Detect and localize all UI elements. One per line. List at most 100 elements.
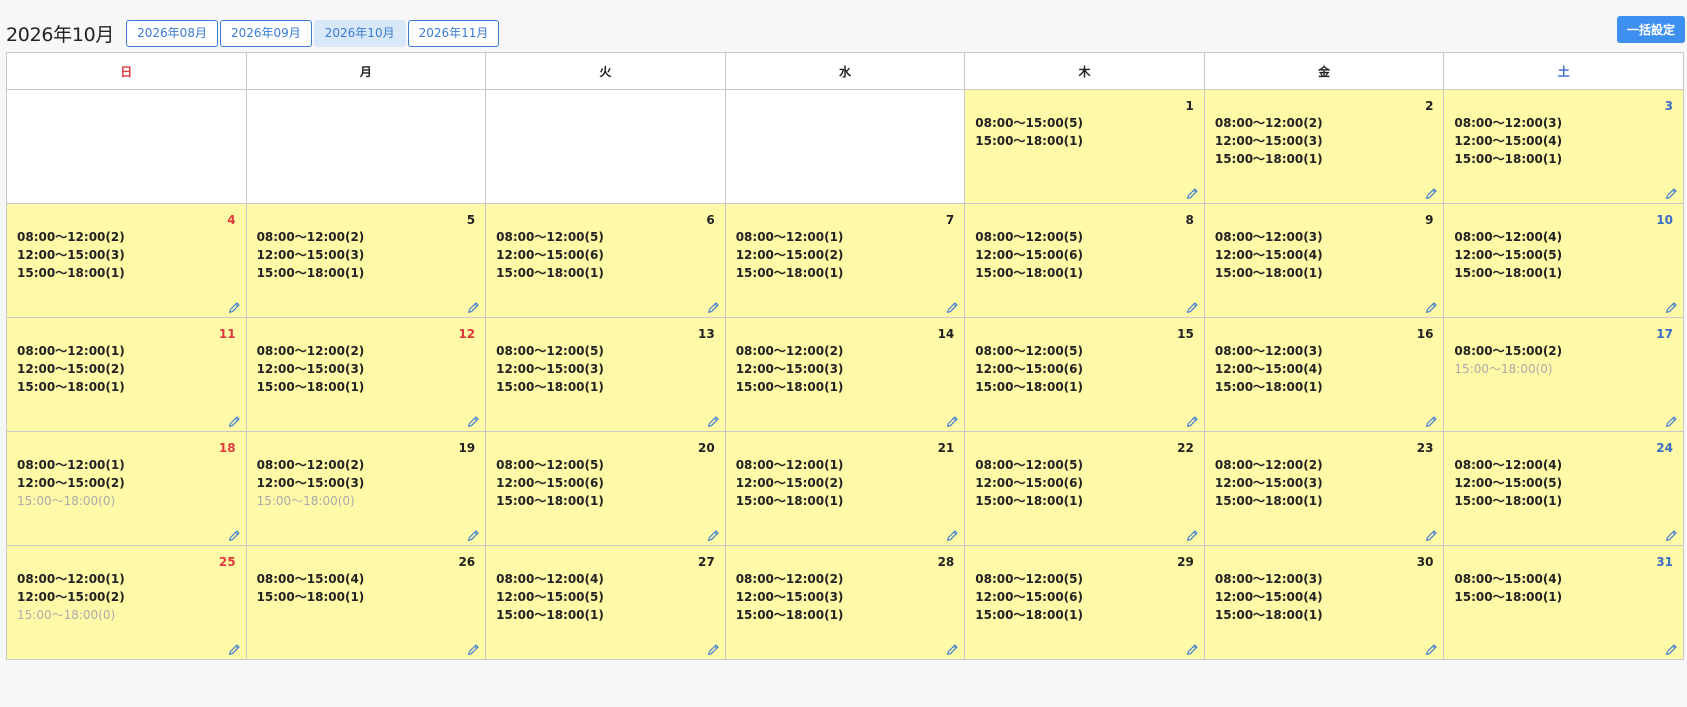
day-number: 12 xyxy=(458,327,476,341)
time-slot: 08:00〜12:00(5) xyxy=(975,458,1083,472)
day-cell: 4 08:00〜12:00(2) 12:00〜15:00(3) 15:00〜18:00… xyxy=(7,204,247,318)
time-slot: 12:00〜15:00(4) xyxy=(1214,362,1323,376)
pencil-icon[interactable] xyxy=(1665,529,1678,542)
time-slot: 08:00〜12:00(2) xyxy=(17,230,125,244)
pencil-icon[interactable] xyxy=(228,301,241,314)
pencil-icon[interactable] xyxy=(467,529,480,542)
pencil-icon[interactable] xyxy=(707,415,720,428)
pencil-icon[interactable] xyxy=(946,643,959,656)
day-cell: 21 08:00〜12:00(1) 12:00〜15:00(2) 15:00〜18:0… xyxy=(725,432,966,546)
day-cell: 3 08:00〜12:00(3) 12:00〜15:00(4) 15:00〜18:00… xyxy=(1444,90,1684,204)
day-number: 9 xyxy=(1425,213,1434,227)
day-cell: 8 08:00〜12:00(5) 12:00〜15:00(6) 15:00〜18:00… xyxy=(965,204,1205,318)
time-slot: 15:00〜18:00(1) xyxy=(496,380,604,394)
pencil-icon[interactable] xyxy=(467,643,480,656)
time-slot: 08:00〜12:00(5) xyxy=(975,572,1083,586)
pencil-icon[interactable] xyxy=(1665,643,1678,656)
day-cell: 28 08:00〜12:00(2) 12:00〜15:00(3) 15:00〜18:0… xyxy=(725,546,966,660)
day-cell: 10 08:00〜12:00(4) 12:00〜15:00(5) 15:00〜18:0… xyxy=(1444,204,1684,318)
weekday-header-sun: 日 xyxy=(7,53,247,90)
pencil-icon[interactable] xyxy=(1186,643,1199,656)
pencil-icon[interactable] xyxy=(707,529,720,542)
pencil-icon[interactable] xyxy=(467,415,480,428)
time-slot: 12:00〜15:00(3) xyxy=(735,590,844,604)
time-slot: 08:00〜12:00(1) xyxy=(17,458,125,472)
time-slot: 12:00〜15:00(2) xyxy=(735,248,844,262)
time-slot: 12:00〜15:00(3) xyxy=(1214,476,1323,490)
day-cell: 7 08:00〜12:00(1) 12:00〜15:00(2) 15:00〜18:00… xyxy=(725,204,966,318)
day-cell: 6 08:00〜12:00(5) 12:00〜15:00(6) 15:00〜18:00… xyxy=(486,204,726,318)
time-slot: 08:00〜12:00(2) xyxy=(256,458,365,472)
pencil-icon[interactable] xyxy=(946,529,959,542)
pencil-icon[interactable] xyxy=(1186,415,1199,428)
month-tab-2026-10[interactable]: 2026年10月 xyxy=(313,19,406,47)
day-number: 29 xyxy=(1177,555,1194,569)
pencil-icon[interactable] xyxy=(1425,415,1438,428)
pencil-icon[interactable] xyxy=(1665,415,1678,428)
time-slot: 08:00〜15:00(4) xyxy=(1454,572,1563,586)
time-slot: 12:00〜15:00(2) xyxy=(17,362,125,376)
time-slot: 12:00〜15:00(3) xyxy=(1214,134,1323,148)
day-cell: 1 08:00〜15:00(5) 15:00〜18:00(1) xyxy=(965,90,1205,204)
month-tab-2026-11[interactable]: 2026年11月 xyxy=(407,19,500,47)
time-slot: 12:00〜15:00(3) xyxy=(735,362,844,376)
pencil-icon[interactable] xyxy=(1425,187,1438,200)
day-cell: 14 08:00〜12:00(2) 12:00〜15:00(3) 15:00〜18:0… xyxy=(725,318,966,432)
time-slot: 15:00〜18:00(1) xyxy=(1214,266,1323,280)
pencil-icon[interactable] xyxy=(946,415,959,428)
day-cell: 16 08:00〜12:00(3) 12:00〜15:00(4) 15:00〜18:0… xyxy=(1204,318,1445,432)
time-slot: 08:00〜12:00(1) xyxy=(735,458,844,472)
time-slot: 12:00〜15:00(6) xyxy=(975,590,1083,604)
month-tab-2026-09[interactable]: 2026年09月 xyxy=(219,19,312,47)
time-slot: 12:00〜15:00(6) xyxy=(496,248,604,262)
time-slot: 15:00〜18:00(1) xyxy=(1214,152,1323,166)
day-number: 31 xyxy=(1656,555,1673,569)
pencil-icon[interactable] xyxy=(707,301,720,314)
day-cell: 24 08:00〜12:00(4) 12:00〜15:00(5) 15:00〜18:0… xyxy=(1444,432,1684,546)
time-slot: 12:00〜15:00(3) xyxy=(496,362,604,376)
day-cell: 20 08:00〜12:00(5) 12:00〜15:00(6) 15:00〜18:0… xyxy=(486,432,726,546)
pencil-icon[interactable] xyxy=(1186,187,1199,200)
time-slot: 08:00〜12:00(1) xyxy=(735,230,844,244)
pencil-icon[interactable] xyxy=(707,643,720,656)
month-calendar: 日 月 火 水 木 金 土 1 08:00〜15:00(5) 15:00〜18:00… xyxy=(6,52,1684,660)
weekday-header-fri: 金 xyxy=(1204,53,1445,90)
pencil-icon[interactable] xyxy=(1665,187,1678,200)
pencil-icon[interactable] xyxy=(228,415,241,428)
pencil-icon[interactable] xyxy=(467,301,480,314)
day-number: 2 xyxy=(1425,99,1434,113)
bulk-settings-button[interactable]: 一括設定 xyxy=(1616,16,1685,43)
pencil-icon[interactable] xyxy=(946,301,959,314)
day-cell: 17 08:00〜15:00(2) 15:00〜18:00(0) xyxy=(1444,318,1684,432)
time-slot: 08:00〜12:00(5) xyxy=(496,458,604,472)
pencil-icon[interactable] xyxy=(1186,301,1199,314)
empty-day-cell xyxy=(725,90,966,204)
month-tab-2026-08[interactable]: 2026年08月 xyxy=(126,19,218,47)
day-number: 11 xyxy=(218,327,236,341)
pencil-icon[interactable] xyxy=(1425,643,1438,656)
pencil-icon[interactable] xyxy=(228,643,241,656)
time-slot: 15:00〜18:00(1) xyxy=(1454,266,1563,280)
time-slot: 15:00〜18:00(0) xyxy=(1454,362,1553,376)
day-cell: 5 08:00〜12:00(2) 12:00〜15:00(3) 15:00〜18:00… xyxy=(246,204,487,318)
day-number: 20 xyxy=(698,441,715,455)
pencil-icon[interactable] xyxy=(228,529,241,542)
pencil-icon[interactable] xyxy=(1665,301,1678,314)
day-cell: 26 08:00〜15:00(4) 15:00〜18:00(1) xyxy=(246,546,487,660)
day-number: 17 xyxy=(1656,327,1673,341)
day-number: 24 xyxy=(1656,441,1673,455)
day-number: 14 xyxy=(937,327,955,341)
time-slot: 08:00〜12:00(5) xyxy=(975,344,1083,358)
day-number: 6 xyxy=(706,213,715,227)
time-slot: 12:00〜15:00(4) xyxy=(1454,134,1563,148)
day-cell: 12 08:00〜12:00(2) 12:00〜15:00(3) 15:00〜18:0… xyxy=(246,318,487,432)
pencil-icon[interactable] xyxy=(1425,301,1438,314)
day-number: 1 xyxy=(1185,99,1194,113)
empty-day-cell xyxy=(7,90,247,204)
weekday-header-mon: 月 xyxy=(246,53,487,90)
time-slot: 08:00〜12:00(2) xyxy=(1214,458,1323,472)
pencil-icon[interactable] xyxy=(1186,529,1199,542)
day-cell: 19 08:00〜12:00(2) 12:00〜15:00(3) 15:00〜18:0… xyxy=(246,432,487,546)
pencil-icon[interactable] xyxy=(1425,529,1438,542)
time-slot: 12:00〜15:00(6) xyxy=(975,248,1083,262)
